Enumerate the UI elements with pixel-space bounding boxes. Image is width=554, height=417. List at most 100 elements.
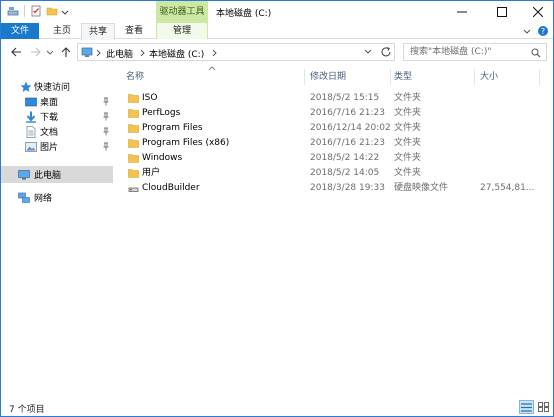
file-date: 2016/7/16 21:23 [310,138,385,148]
file-row[interactable]: ISO 2018/5/2 15:15 文件夹 [114,91,553,106]
file-date: 2018/3/28 19:33 [310,183,385,193]
breadcrumb-separator-icon [96,49,101,57]
title-separator [24,5,25,17]
properties-icon[interactable] [30,5,42,17]
file-type: 文件夹 [394,168,422,178]
file-name: CloudBuilder [142,183,200,193]
back-arrow-icon [11,47,21,57]
up-arrow-icon [61,47,71,57]
forward-button[interactable] [29,45,43,59]
file-name: PerfLogs [142,108,181,118]
file-row[interactable]: Program Files 2016/12/14 20:02 文件夹 [114,121,553,136]
svg-text:?: ? [541,27,545,36]
file-row[interactable]: Windows 2018/5/2 14:22 文件夹 [114,151,553,166]
breadcrumb-this-pc[interactable]: 此电脑 [106,47,133,60]
recent-locations-button[interactable] [45,45,55,59]
star-icon [20,81,32,92]
nav-label: 下载 [40,113,59,123]
nav-label: 图片 [40,143,59,153]
file-date: 2016/7/16 21:23 [310,108,385,118]
forward-arrow-icon [31,47,41,57]
file-name: 用户 [142,168,161,178]
close-icon [533,7,543,17]
drive-icon[interactable] [7,5,19,17]
minimize-icon [457,11,467,13]
column-separator[interactable] [304,69,305,85]
file-date: 2016/12/14 20:02 [310,123,390,133]
address-bar[interactable]: 此电脑 本地磁盘 (C:) [77,43,395,61]
file-name: Windows [142,153,183,163]
file-list: 名称 修改日期 类型 大小 ISO 2018/5/2 15:15 文件夹 PerfLo… [114,65,553,399]
maximize-button[interactable] [487,1,517,23]
nav-network[interactable]: 网络 [1,190,113,205]
column-separator[interactable] [390,69,391,85]
breadcrumb-local-disk[interactable]: 本地磁盘 (C:) [149,47,204,60]
details-view-icon [521,402,532,412]
column-header-name[interactable]: 名称 [126,69,302,85]
column-header-type[interactable]: 类型 [394,69,474,85]
pin-icon[interactable] [102,127,110,136]
nav-this-pc[interactable]: 此电脑 [1,166,113,183]
nav-quick-access[interactable]: 快速访问 [1,79,113,94]
help-icon[interactable]: ? [537,25,549,37]
nav-desktop[interactable]: 桌面 [1,94,113,109]
tab-share[interactable]: 共享 [81,23,115,40]
folder-icon [128,124,139,133]
file-type: 文件夹 [394,93,422,103]
file-name: Program Files (x86) [142,138,230,148]
nav-label: 此电脑 [34,171,62,181]
tab-view[interactable]: 查看 [117,23,151,39]
large-icons-view-button[interactable] [536,400,551,414]
file-row[interactable]: CloudBuilder 2018/3/28 19:33 硬盘映像文件 27,554,… [114,181,553,196]
file-type: 文件夹 [394,123,422,133]
tab-file[interactable]: 文件 [1,23,39,39]
file-row[interactable]: PerfLogs 2016/7/16 21:23 文件夹 [114,106,553,121]
close-button[interactable] [523,1,553,23]
folder-icon [128,169,139,178]
computer-icon [81,47,93,57]
nav-label: 网络 [34,194,53,204]
column-separator[interactable] [474,69,475,85]
up-button[interactable] [59,45,73,59]
folder-icon [128,154,139,163]
folder-icon [128,139,139,148]
search-icon[interactable] [531,48,541,58]
download-icon [26,111,36,123]
maximize-icon [497,7,507,17]
minimize-button[interactable] [447,1,477,23]
file-name: Program Files [142,123,203,133]
refresh-icon[interactable] [380,46,392,58]
large-icons-view-icon [538,402,549,412]
nav-documents[interactable]: 文档 [1,124,113,139]
file-date: 2018/5/2 14:05 [310,168,380,178]
address-dropdown-icon[interactable] [364,48,372,56]
new-folder-icon[interactable] [46,5,58,17]
search-input[interactable]: 搜索"本地磁盘 (C:)" [403,43,547,61]
back-button[interactable] [9,45,23,59]
nav-downloads[interactable]: 下载 [1,109,113,124]
quick-access-dropdown-icon[interactable] [61,5,69,17]
column-header-date[interactable]: 修改日期 [310,69,390,85]
title-bar: 驱动器工具 本地磁盘 (C:) [1,1,553,23]
column-separator[interactable] [539,69,540,85]
expand-ribbon-icon[interactable] [521,25,533,37]
file-size: 27,554,81... [480,183,535,193]
tab-manage[interactable]: 管理 [156,23,208,39]
pin-icon[interactable] [102,97,110,106]
nav-label: 文档 [40,128,59,138]
tab-home[interactable]: 主页 [45,23,79,39]
column-header-size[interactable]: 大小 [480,69,540,85]
file-row[interactable]: Program Files (x86) 2016/7/16 21:23 文件夹 [114,136,553,151]
nav-pictures[interactable]: 图片 [1,139,113,154]
network-icon [18,192,30,203]
explorer-window: 驱动器工具 本地磁盘 (C:) 文件 主页 共享 查看 管理 ? 此电脑 本地磁… [0,0,554,417]
file-row[interactable]: 用户 2018/5/2 14:05 文件夹 [114,166,553,181]
nav-label: 快速访问 [34,83,71,93]
window-title: 本地磁盘 (C:) [216,9,272,19]
details-view-button[interactable] [519,400,534,414]
file-type: 文件夹 [394,153,422,163]
pin-icon[interactable] [102,112,110,121]
pin-icon[interactable] [102,142,110,151]
item-count: 7 个项目 [9,405,45,415]
nav-label: 桌面 [40,98,59,108]
